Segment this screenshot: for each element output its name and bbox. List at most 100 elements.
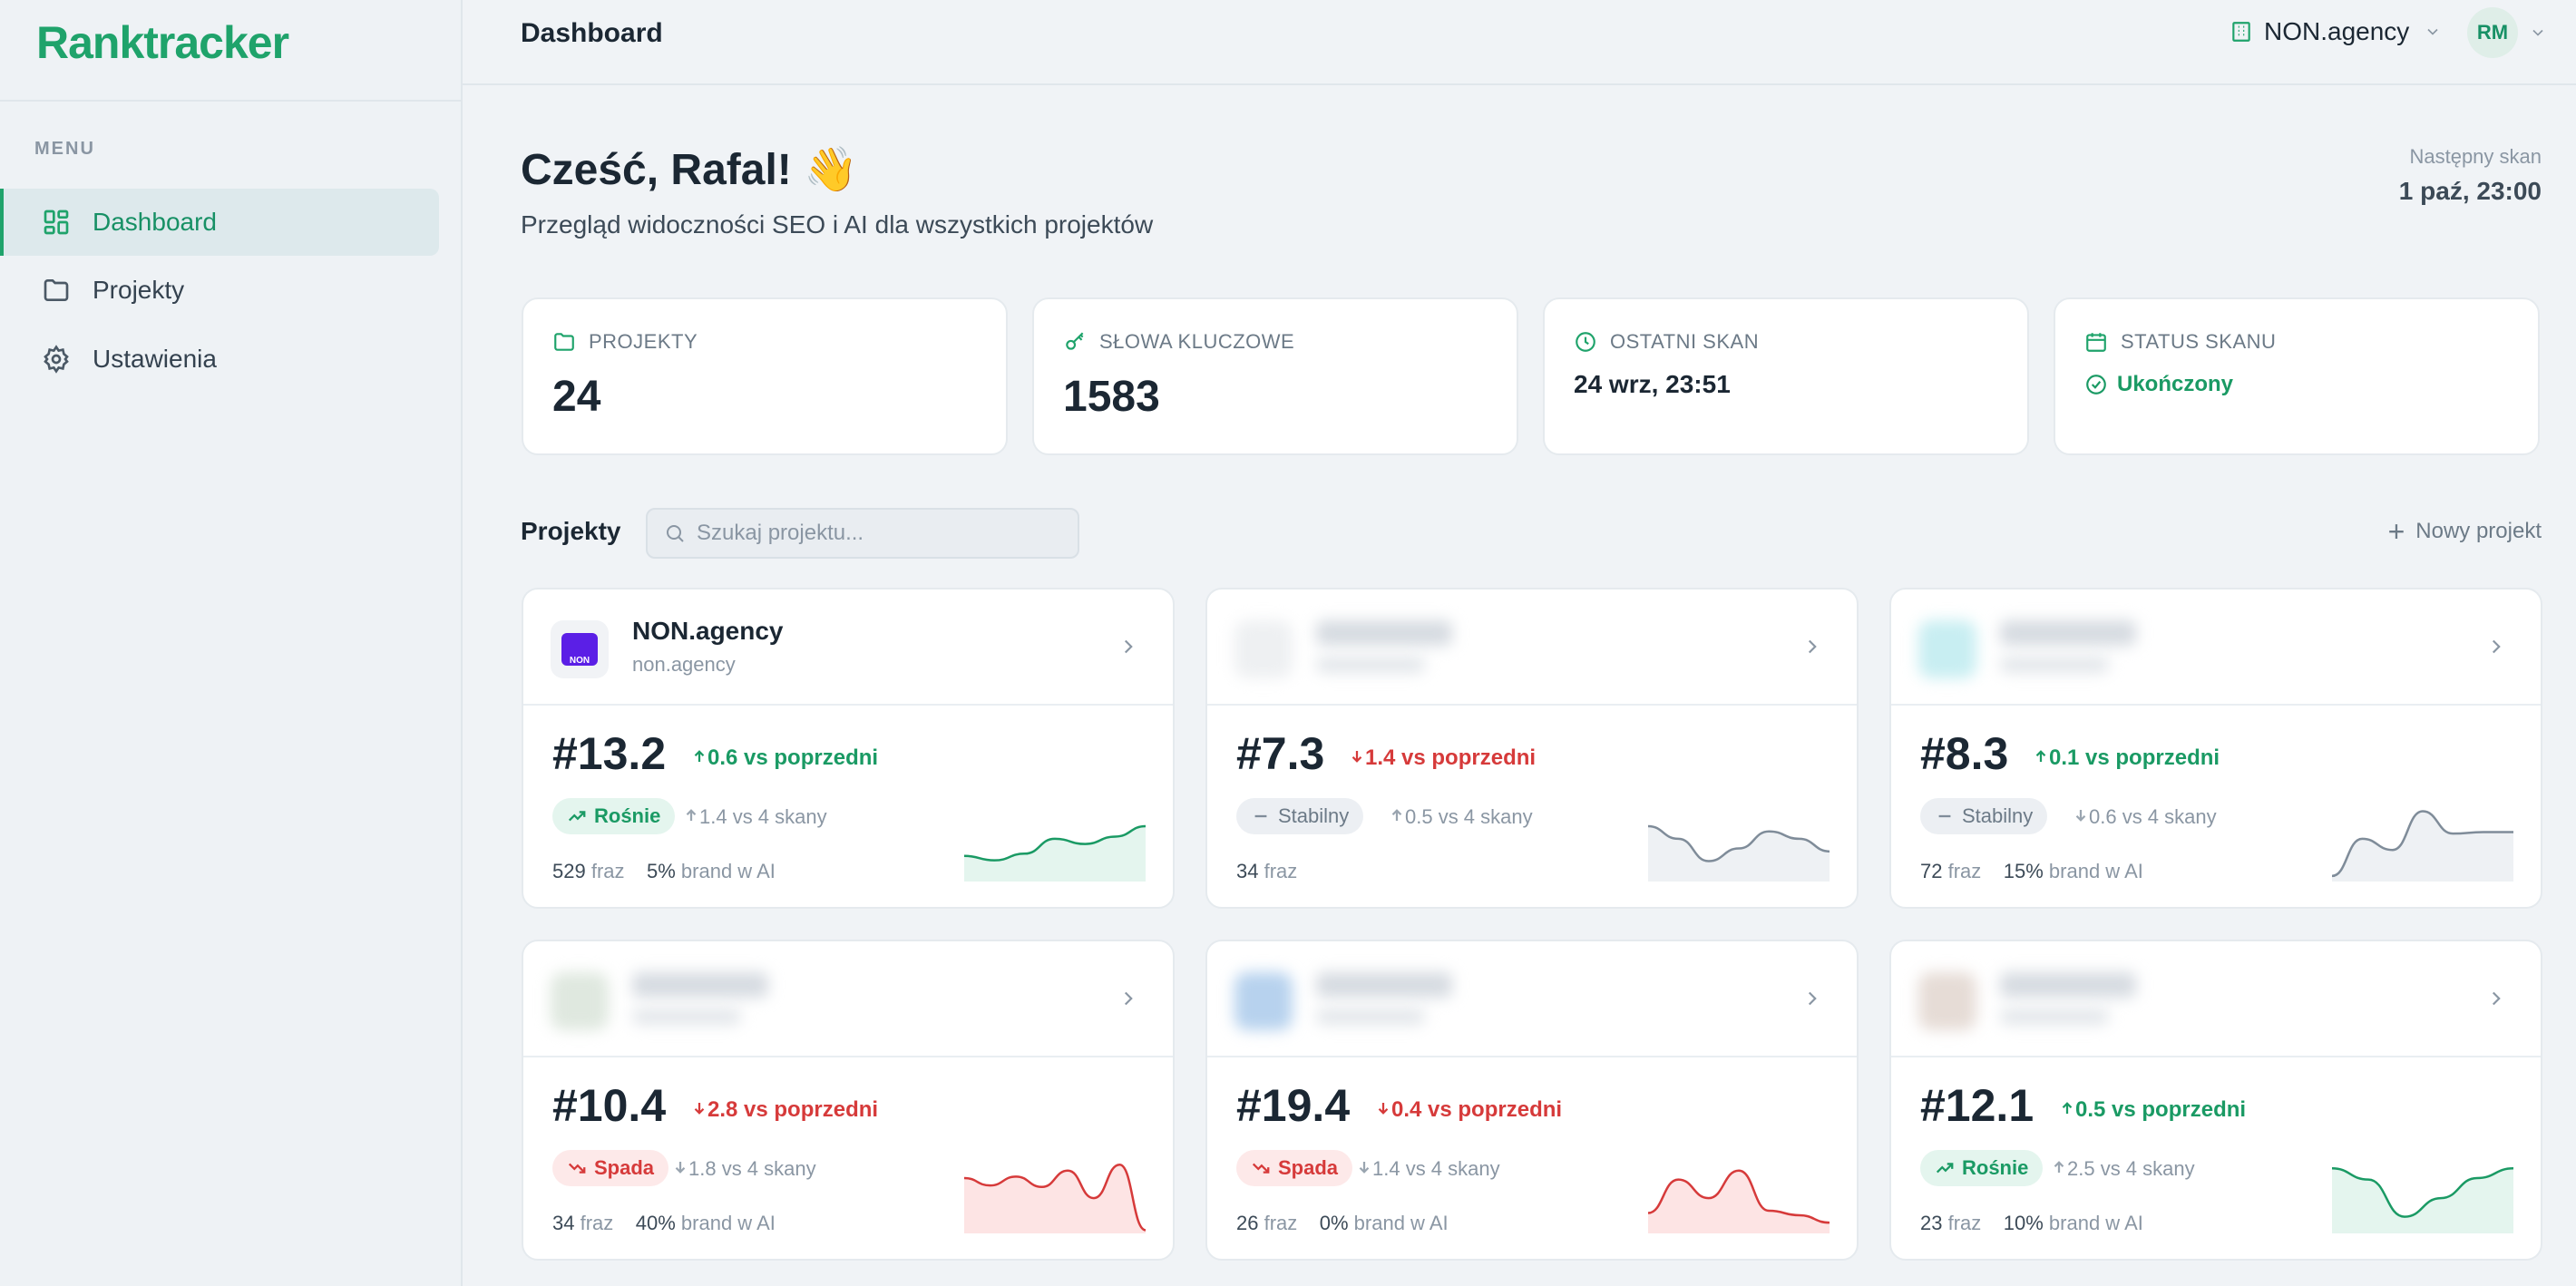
key-icon xyxy=(1066,332,1084,350)
next-scan-label: Następny skan xyxy=(2409,145,2542,168)
stat-value: 24 wrz, 23:51 xyxy=(1574,370,1731,398)
app-logo[interactable]: Ranktracker xyxy=(36,16,289,69)
sidebar-item-label: Projekty xyxy=(93,276,185,304)
scan-status-badge: Ukończony xyxy=(2084,372,2233,397)
project-card-header[interactable] xyxy=(523,941,1173,1057)
project-card[interactable]: #12.1 0.5 vs poprzedni Rośnie 2.5 vs 4 s… xyxy=(1889,940,2542,1261)
phrase-count: 529 xyxy=(552,860,586,882)
trend-badge: Stabilny xyxy=(1920,798,2048,834)
sparkline-chart xyxy=(1648,1169,1830,1233)
project-card[interactable]: NON NON.agency non.agency #13.2 0.6 vs p… xyxy=(522,588,1175,909)
sidebar-item-label: Dashboard xyxy=(93,208,217,236)
project-card[interactable]: #10.4 2.8 vs poprzedni Spada 1.8 vs 4 sk… xyxy=(522,940,1175,1261)
phrase-count: 34 xyxy=(552,1212,575,1234)
rank-delta-text: 1.4 vs poprzedni xyxy=(1365,745,1537,770)
arrow-up-icon xyxy=(2035,750,2046,762)
rank-delta-text: 0.6 vs poprzedni xyxy=(707,745,879,770)
stat-label: OSTATNI SKAN xyxy=(1610,330,1760,353)
clock-icon xyxy=(1576,332,1595,352)
project-logo xyxy=(1234,620,1293,678)
project-card[interactable]: #8.3 0.1 vs poprzedni Stabilny 0.6 vs 4 … xyxy=(1889,588,2542,909)
phrase-label: fraz xyxy=(1264,1212,1298,1234)
gear-icon xyxy=(44,345,69,374)
project-search[interactable] xyxy=(646,508,1079,559)
stat-label: PROJEKTY xyxy=(589,330,698,353)
chevron-down-icon xyxy=(2427,28,2438,35)
arrow-up-icon xyxy=(2062,1102,2073,1114)
scan-comparison-text: 0.6 vs 4 skany xyxy=(2089,805,2217,828)
chevron-right-icon[interactable] xyxy=(2484,987,2508,1010)
project-card[interactable]: #7.3 1.4 vs poprzedni Stabilny 0.5 vs 4 … xyxy=(1205,588,1859,909)
sparkline-area xyxy=(1648,825,1830,882)
project-logo xyxy=(551,972,609,1030)
phrase-count: 72 xyxy=(1920,860,1943,882)
rank-delta-text: 0.5 vs poprzedni xyxy=(2075,1097,2247,1122)
sidebar-item-projekty[interactable]: Projekty xyxy=(0,257,439,324)
search-input[interactable] xyxy=(697,521,1059,546)
arrow-down-icon xyxy=(2075,810,2086,822)
new-project-button[interactable]: + Nowy projekt xyxy=(2387,515,2542,548)
sparkline-chart xyxy=(2332,1167,2513,1233)
project-name-redacted xyxy=(2000,972,2136,998)
folder-icon xyxy=(554,333,574,351)
phrase-label: fraz xyxy=(580,1212,614,1234)
scan-comparison: 0.5 vs 4 skany xyxy=(1389,805,1533,829)
rank-delta: 0.4 vs poprzedni xyxy=(1375,1097,1562,1123)
building-icon xyxy=(2232,22,2250,42)
project-meta: 23 fraz 10% brand w AI xyxy=(1920,1212,2143,1235)
chevron-down-icon[interactable] xyxy=(2529,24,2547,42)
scan-comparison-text: 0.5 vs 4 skany xyxy=(1405,805,1533,828)
avg-rank: #12.1 xyxy=(1920,1080,2034,1131)
phrase-count: 23 xyxy=(1920,1212,1943,1234)
rank-delta: 0.5 vs poprzedni xyxy=(2059,1097,2246,1123)
org-switcher[interactable]: NON.agency xyxy=(2230,15,2453,49)
phrase-label: fraz xyxy=(590,860,625,882)
stat-label: STATUS SKANU xyxy=(2121,330,2277,353)
trend-label: Stabilny xyxy=(1962,804,2034,827)
project-card[interactable]: #19.4 0.4 vs poprzedni Spada 1.4 vs 4 sk… xyxy=(1205,940,1859,1261)
brand-ai-label: brand w AI xyxy=(2048,1212,2143,1234)
project-domain-redacted xyxy=(1316,657,1425,673)
plus-icon: + xyxy=(2387,515,2405,548)
trend-label: Spada xyxy=(1278,1156,1339,1179)
scan-comparison-text: 1.4 vs 4 skany xyxy=(1372,1157,1500,1180)
project-card-header[interactable]: NON NON.agency non.agency xyxy=(523,589,1173,706)
sidebar-item-ustawienia[interactable]: Ustawienia xyxy=(0,326,439,393)
brand-ai-share: 5% xyxy=(646,860,676,882)
projects-title: Projekty xyxy=(521,517,621,545)
project-name-redacted xyxy=(1316,972,1452,998)
chevron-right-icon[interactable] xyxy=(1800,635,1824,658)
project-card-header[interactable] xyxy=(1891,589,2541,706)
greeting-subtitle: Przegląd widoczności SEO i AI dla wszyst… xyxy=(521,210,1154,239)
stat-value: 1583 xyxy=(1063,373,1160,421)
dashboard-grid-icon xyxy=(44,209,69,235)
brand-ai-share: 10% xyxy=(2003,1212,2044,1234)
arrow-up-icon xyxy=(2054,1161,2064,1173)
org-name: NON.agency xyxy=(2264,17,2410,45)
brand-ai-share: 0% xyxy=(1319,1212,1349,1234)
avg-rank: #7.3 xyxy=(1236,728,1325,779)
scan-comparison: 1.4 vs 4 skany xyxy=(683,805,827,829)
sparkline-area xyxy=(964,1164,1146,1233)
arrow-up-icon xyxy=(686,809,697,821)
scan-comparison-text: 2.5 vs 4 skany xyxy=(2067,1157,2195,1180)
project-card-header[interactable] xyxy=(1207,589,1857,706)
project-card-header[interactable] xyxy=(1891,941,2541,1057)
scan-status-text: Ukończony xyxy=(2117,372,2234,396)
chevron-right-icon[interactable] xyxy=(1800,987,1824,1010)
avg-rank: #10.4 xyxy=(552,1080,667,1131)
project-card-header[interactable] xyxy=(1207,941,1857,1057)
arrow-down-icon xyxy=(1351,751,1362,763)
calendar-icon xyxy=(2086,333,2106,352)
avatar[interactable]: RM xyxy=(2467,7,2518,58)
chevron-right-icon[interactable] xyxy=(2484,635,2508,658)
trending-down-icon xyxy=(568,1163,586,1174)
rank-delta: 2.8 vs poprzedni xyxy=(691,1097,878,1123)
project-name-redacted xyxy=(2000,620,2136,646)
chevron-right-icon[interactable] xyxy=(1117,635,1140,658)
phrase-count: 26 xyxy=(1236,1212,1259,1234)
chevron-right-icon[interactable] xyxy=(1117,987,1140,1010)
scan-comparison: 2.5 vs 4 skany xyxy=(2051,1157,2195,1181)
rank-delta: 0.6 vs poprzedni xyxy=(691,745,878,771)
sidebar-item-dashboard[interactable]: Dashboard xyxy=(0,189,439,256)
